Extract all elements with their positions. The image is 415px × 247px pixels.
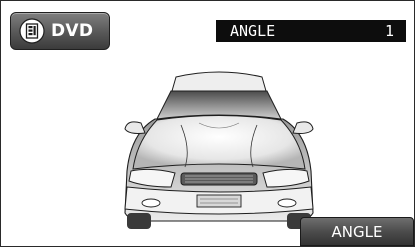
angle-indicator-value: 1	[384, 22, 394, 40]
angle-indicator-label: ANGLE	[230, 22, 276, 40]
dvd-source-button[interactable]: DVD	[10, 12, 110, 50]
disc-changer-icon	[19, 18, 45, 44]
dvd-screen: DVD ANGLE 1 ANGLE	[0, 0, 415, 247]
car-front-illustration	[124, 71, 314, 229]
angle-button-label: ANGLE	[331, 222, 383, 241]
angle-button[interactable]: ANGLE	[300, 217, 414, 246]
dvd-button-label: DVD	[51, 21, 94, 41]
angle-indicator: ANGLE 1	[216, 20, 406, 42]
